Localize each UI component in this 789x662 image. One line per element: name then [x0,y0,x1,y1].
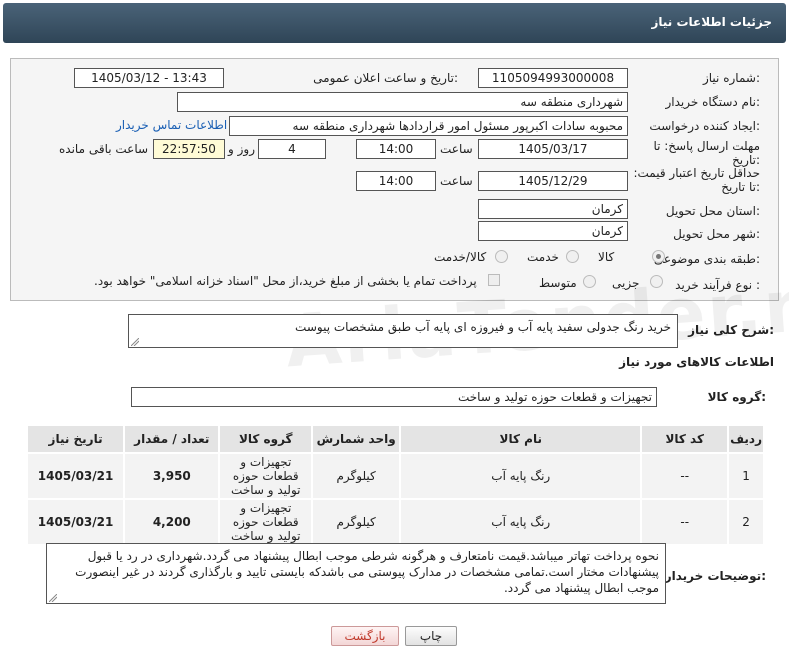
city-label: شهر محل تحویل: [673,227,760,241]
resize-grip-icon[interactable] [49,594,57,602]
row-unit: کیلوگرم [311,452,402,500]
table-row: 1 -- رنگ پایه آب کیلوگرم تجهیزات و قطعات… [25,452,765,500]
row-group: تجهیزات و قطعات حوزه تولید و ساخت [218,452,314,500]
province-field: کرمان [478,199,628,219]
row-name: رنگ پایه آب [399,498,643,546]
buyer-notes-text: نحوه پرداخت تهاتر میباشد.قیمت نامتعارف و… [75,549,659,595]
city-field: کرمان [478,221,628,241]
reply-deadline-time: 14:00 [356,139,436,159]
goods-group-field: تجهیزات و قطعات حوزه تولید و ساخت [131,387,657,407]
col-unit: واحد شمارش [311,424,402,454]
announce-datetime-label: تاریخ و ساعت اعلان عمومی: [313,71,458,85]
col-name: نام کالا [399,424,643,454]
table-row: 2 -- رنگ پایه آب کیلوگرم تجهیزات و قطعات… [25,498,765,546]
price-validity-time-label: ساعت [440,174,473,188]
col-date: تاریخ نیاز [25,424,126,454]
province-label: استان محل تحویل: [665,204,760,218]
print-button[interactable]: چاپ [405,626,457,646]
price-validity-time: 14:00 [356,171,436,191]
goods-section-title: اطلاعات کالاهای مورد نیاز [619,355,774,369]
category-service-label: خدمت [527,250,559,264]
goods-group-label: گروه کالا: [707,390,766,404]
row-qty: 3,950 [123,452,221,500]
category-goods-radio[interactable] [652,250,665,263]
row-group: تجهیزات و قطعات حوزه تولید و ساخت [218,498,314,546]
table-header-row: ردیف کد کالا نام کالا واحد شمارش گروه کا… [25,424,765,454]
category-label: طبقه بندی موضوعی: [653,252,760,266]
reply-deadline-date: 1405/03/17 [478,139,628,159]
row-name: رنگ پایه آب [399,452,643,500]
buyer-notes-label: توضیحات خریدار: [664,569,766,583]
row-date: 1405/03/21 [25,452,126,500]
time-remaining-label: ساعت باقی مانده [59,142,149,156]
price-validity-date: 1405/12/29 [478,171,628,191]
row-code: -- [640,498,730,546]
category-service-radio[interactable] [566,250,579,263]
requester-label: ایجاد کننده درخواست: [649,119,760,133]
col-qty: تعداد / مقدار [123,424,221,454]
row-qty: 4,200 [123,498,221,546]
summary-field: خرید رنگ جدولی سفید پایه آب و فیروزه ای … [128,314,678,348]
back-button[interactable]: بازگشت [331,626,399,646]
time-remaining-field: 22:57:50 [153,139,225,159]
page-title: جزئیات اطلاعات نیاز [651,15,772,29]
summary-label: شرح کلی نیاز: [688,323,774,337]
days-label: روز و [228,142,255,156]
buyer-notes-field: نحوه پرداخت تهاتر میباشد.قیمت نامتعارف و… [46,543,666,604]
row-date: 1405/03/21 [25,498,126,546]
need-number-label: شماره نیاز: [702,71,760,85]
col-code: کد کالا [640,424,730,454]
category-goods-label: کالا [598,250,615,264]
row-index: 2 [727,498,765,546]
category-both-label: کالا/خدمت [434,250,487,264]
col-index: ردیف [727,424,765,454]
requester-field: محبوبه سادات اکبرپور مسئول امور قرارداده… [229,116,628,136]
days-remaining-field: 4 [258,139,326,159]
announce-datetime-field: 1405/03/12 - 13:43 [74,68,224,88]
page-header: جزئیات اطلاعات نیاز [3,3,786,43]
resize-grip-icon[interactable] [131,338,139,346]
treasury-payment-note: پرداخت تمام یا بخشی از مبلغ خرید،از محل … [94,274,477,288]
col-group: گروه کالا [218,424,314,454]
summary-text: خرید رنگ جدولی سفید پایه آب و فیروزه ای … [295,320,671,334]
buyer-contact-link[interactable]: اطلاعات تماس خریدار [116,118,227,132]
goods-table: ردیف کد کالا نام کالا واحد شمارش گروه کا… [25,424,765,546]
buyer-org-label: نام دستگاه خریدار: [665,95,761,109]
row-unit: کیلوگرم [311,498,402,546]
reply-deadline-label: مهلت ارسال پاسخ: تا تاریخ: [653,139,760,167]
row-code: -- [640,452,730,500]
buyer-org-field: شهرداری منطقه سه [177,92,628,112]
row-index: 1 [727,452,765,500]
need-number-field: 1105094993000008 [478,68,628,88]
category-both-radio[interactable] [495,250,508,263]
price-validity-label: حداقل تاریخ اعتبار قیمت: تا تاریخ: [633,166,760,194]
reply-time-label: ساعت [440,142,473,156]
